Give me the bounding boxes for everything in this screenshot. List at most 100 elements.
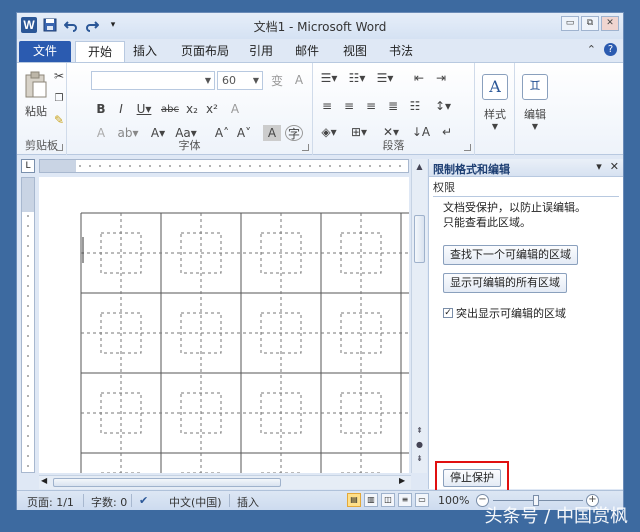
italic-icon[interactable]: I bbox=[113, 101, 129, 117]
word-count[interactable]: 字数: 0 bbox=[91, 494, 127, 510]
scroll-left-icon[interactable]: ◀ bbox=[41, 476, 47, 485]
view-only-desc: 只能查看此区域。 bbox=[443, 216, 531, 229]
tab-file[interactable]: 文件 bbox=[19, 41, 71, 62]
align-center-icon[interactable]: ≡ bbox=[339, 97, 359, 115]
tab-page-layout[interactable]: 页面布局 bbox=[169, 41, 241, 62]
underline-icon[interactable]: U▾ bbox=[133, 101, 155, 117]
subscript-icon[interactable]: x₂ bbox=[183, 101, 201, 117]
outline-view-icon[interactable]: ≡ bbox=[398, 493, 412, 507]
web-layout-icon[interactable]: ◫ bbox=[381, 493, 395, 507]
highlight-regions-checkbox[interactable]: ✓ 突出显示可编辑的区域 bbox=[443, 305, 566, 321]
align-left-icon[interactable]: ≡ bbox=[317, 97, 337, 115]
proofing-icon[interactable]: ✔ bbox=[139, 494, 148, 507]
increase-indent-icon[interactable]: ⇥ bbox=[431, 69, 451, 87]
language-indicator[interactable]: 中文(中国) bbox=[169, 494, 222, 510]
paste-button[interactable]: 粘贴 bbox=[21, 67, 51, 123]
highlight-regions-label: 突出显示可编辑的区域 bbox=[456, 307, 566, 320]
paragraph-launcher-icon[interactable] bbox=[464, 144, 471, 151]
hscroll-thumb[interactable] bbox=[53, 478, 281, 487]
copy-icon[interactable]: ❐ bbox=[53, 91, 65, 105]
calligraphy-grid bbox=[80, 212, 409, 473]
tab-references[interactable]: 引用 bbox=[237, 41, 285, 62]
cut-icon[interactable]: ✂ bbox=[53, 69, 65, 83]
pane-header: 限制格式和编辑 ▾ ✕ bbox=[429, 159, 623, 177]
clipboard-launcher-icon[interactable] bbox=[56, 144, 63, 151]
font-size-combo[interactable]: 60 ▼ bbox=[217, 71, 263, 90]
restrict-editing-pane: 限制格式和编辑 ▾ ✕ 权限 文档受保护，以防止误编辑。 只能查看此区域。 查找… bbox=[428, 159, 623, 493]
group-label-paragraph: 段落 bbox=[382, 139, 405, 152]
tab-calligraphy[interactable]: 书法 bbox=[377, 41, 425, 62]
show-all-regions-button[interactable]: 显示可编辑的所有区域 bbox=[443, 273, 567, 293]
ribbon-home: 粘贴 ✂ ❐ ✎ 剪贴板 ▼ 60 ▼ 变 A B I U▾ abc x₂ x² … bbox=[17, 62, 623, 155]
font-launcher-icon[interactable] bbox=[302, 144, 309, 151]
document-page[interactable] bbox=[39, 177, 409, 473]
tab-insert[interactable]: 插入 bbox=[121, 41, 169, 62]
ruler-ticks bbox=[27, 215, 29, 467]
vertical-scrollbar[interactable]: ▲ ⇞ ● ⇟ bbox=[411, 159, 427, 473]
stop-protection-highlight: 停止保护 bbox=[435, 461, 509, 493]
stop-protection-button[interactable]: 停止保护 bbox=[443, 469, 501, 487]
tab-selector-icon[interactable]: L bbox=[21, 159, 35, 173]
checkbox-icon[interactable]: ✓ bbox=[443, 308, 453, 318]
next-page-icon[interactable]: ⇟ bbox=[412, 453, 427, 465]
document-area[interactable] bbox=[39, 177, 409, 473]
find-next-region-button[interactable]: 查找下一个可编辑的区域 bbox=[443, 245, 578, 265]
prev-page-icon[interactable]: ⇞ bbox=[412, 425, 427, 437]
watermark: 头条号 / 中国赏枫 bbox=[484, 506, 628, 527]
pane-title: 限制格式和编辑 bbox=[433, 163, 510, 176]
pane-close-icon[interactable]: ✕ bbox=[610, 160, 619, 173]
tab-home[interactable]: 开始 bbox=[75, 41, 126, 62]
group-styles: A 样式 ▼ bbox=[475, 63, 515, 155]
multilevel-list-icon[interactable]: ☰▾ bbox=[373, 69, 397, 87]
strikethrough-icon[interactable]: abc bbox=[159, 101, 181, 117]
clear-format-icon[interactable]: A bbox=[225, 101, 245, 117]
decrease-indent-icon[interactable]: ⇤ bbox=[409, 69, 429, 87]
editing-button[interactable]: ♊ 编辑 ▼ bbox=[519, 67, 551, 137]
restore-button[interactable]: ⧉ bbox=[581, 16, 599, 31]
ribbon-tabs: 文件 开始 插入 页面布局 引用 邮件 视图 书法 ⌃ ? bbox=[17, 39, 623, 62]
horizontal-scrollbar[interactable]: ◀ ▶ bbox=[39, 475, 411, 489]
editing-label: 编辑 bbox=[524, 107, 546, 121]
scroll-thumb[interactable] bbox=[414, 215, 425, 263]
draft-view-icon[interactable]: ▭ bbox=[415, 493, 429, 507]
tab-view[interactable]: 视图 bbox=[331, 41, 379, 62]
insert-mode[interactable]: 插入 bbox=[237, 494, 259, 510]
ribbon-right-controls: ⌃ ? bbox=[587, 43, 617, 56]
numbering-icon[interactable]: ☷▾ bbox=[345, 69, 369, 87]
font-name-combo[interactable]: ▼ bbox=[91, 71, 215, 90]
line-spacing-icon[interactable]: ↕▾ bbox=[431, 97, 455, 115]
bold-icon[interactable]: B bbox=[93, 101, 109, 117]
tab-mailings[interactable]: 邮件 bbox=[283, 41, 331, 62]
paste-icon bbox=[25, 71, 47, 98]
help-icon[interactable]: ? bbox=[604, 43, 617, 56]
zoom-level[interactable]: 100% bbox=[438, 494, 469, 507]
pane-dropdown-icon[interactable]: ▾ bbox=[596, 160, 602, 173]
page-count[interactable]: 页面: 1/1 bbox=[27, 494, 74, 510]
view-buttons: ▤ ▥ ◫ ≡ ▭ bbox=[347, 493, 429, 507]
styles-button[interactable]: A 样式 ▼ bbox=[479, 67, 511, 137]
bullets-icon[interactable]: ☰▾ bbox=[317, 69, 341, 87]
minimize-ribbon-icon[interactable]: ⌃ bbox=[587, 43, 596, 56]
close-button[interactable]: ✕ bbox=[601, 16, 619, 31]
minimize-button[interactable]: ▭ bbox=[561, 16, 579, 31]
distributed-icon[interactable]: ☷ bbox=[405, 97, 425, 115]
vertical-ruler[interactable] bbox=[21, 177, 35, 473]
chevron-down-icon: ▼ bbox=[531, 121, 539, 131]
browse-object-icon[interactable]: ● bbox=[412, 439, 427, 451]
group-clipboard: 粘贴 ✂ ❐ ✎ 剪贴板 bbox=[17, 63, 67, 155]
reading-view-icon[interactable]: ▥ bbox=[364, 493, 378, 507]
justify-icon[interactable]: ≣ bbox=[383, 97, 403, 115]
horizontal-ruler[interactable] bbox=[39, 159, 409, 173]
format-painter-icon[interactable]: ✎ bbox=[53, 113, 65, 127]
align-right-icon[interactable]: ≡ bbox=[361, 97, 381, 115]
phonetic-guide-icon[interactable]: 变 bbox=[267, 70, 287, 90]
window-title: 文档1 - Microsoft Word bbox=[253, 20, 387, 34]
print-layout-icon[interactable]: ▤ bbox=[347, 493, 361, 507]
scroll-right-icon[interactable]: ▶ bbox=[399, 476, 405, 485]
scroll-up-icon[interactable]: ▲ bbox=[412, 161, 427, 173]
word-window: W ▾ 文档1 - Microsoft Word ▭ ⧉ ✕ 文件 开始 插入 … bbox=[16, 12, 624, 510]
superscript-icon[interactable]: x² bbox=[203, 101, 221, 117]
char-border-icon[interactable]: A bbox=[289, 70, 309, 90]
ruler-ticks bbox=[79, 165, 401, 167]
font-size-value: 60 bbox=[222, 74, 236, 87]
